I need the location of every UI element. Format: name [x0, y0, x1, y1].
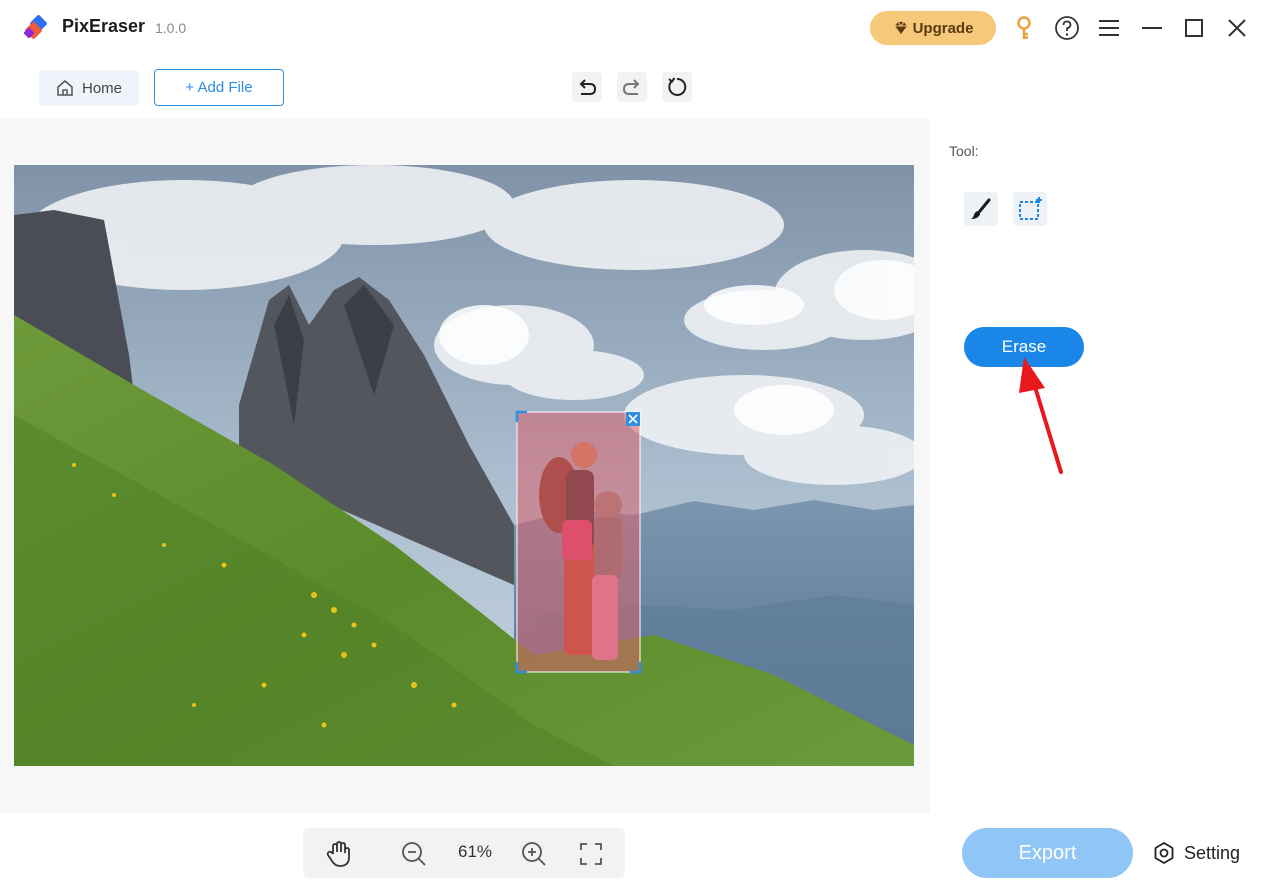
upgrade-button[interactable]: Upgrade: [870, 11, 996, 45]
zoom-out-icon[interactable]: [400, 840, 428, 868]
home-label: Home: [81, 79, 122, 97]
upgrade-label: Upgrade: [912, 19, 974, 37]
key-icon[interactable]: [1010, 14, 1038, 42]
menu-icon[interactable]: [1095, 14, 1123, 42]
diamond-icon: [894, 21, 907, 34]
setting-label: Setting: [1184, 842, 1241, 863]
tool-label: Tool:: [949, 143, 979, 159]
rect-select-icon[interactable]: [1013, 192, 1047, 226]
add-file-button[interactable]: + Add File: [154, 69, 284, 106]
app-version: 1.0.0: [155, 20, 187, 36]
zoom-level: 61%: [457, 842, 493, 861]
zoom-bar: 61%: [303, 828, 625, 878]
gear-icon: [1154, 842, 1174, 864]
selection-close-icon[interactable]: [626, 412, 640, 426]
reset-icon[interactable]: [662, 72, 692, 102]
close-icon[interactable]: [1223, 14, 1251, 42]
fit-screen-icon[interactable]: [577, 840, 605, 868]
brush-icon[interactable]: [964, 192, 998, 226]
setting-button[interactable]: Setting: [1152, 838, 1240, 868]
maximize-icon[interactable]: [1180, 14, 1208, 42]
annotation-arrow: [1019, 357, 1063, 474]
app-name: PixEraser: [62, 16, 146, 36]
edited-photo[interactable]: [14, 165, 914, 766]
selection-box[interactable]: [517, 412, 640, 672]
home-button[interactable]: Home: [39, 70, 139, 106]
export-button[interactable]: Export: [962, 828, 1133, 878]
help-icon[interactable]: [1053, 14, 1081, 42]
home-icon: [57, 80, 73, 96]
minimize-icon[interactable]: [1138, 14, 1166, 42]
app-window: PixEraser 1.0.0 Upgrade Home + Add File …: [0, 0, 1278, 892]
undo-icon[interactable]: [572, 72, 602, 102]
redo-icon[interactable]: [617, 72, 647, 102]
hand-icon[interactable]: [325, 840, 353, 868]
zoom-in-icon[interactable]: [520, 840, 548, 868]
app-logo: [23, 15, 47, 39]
